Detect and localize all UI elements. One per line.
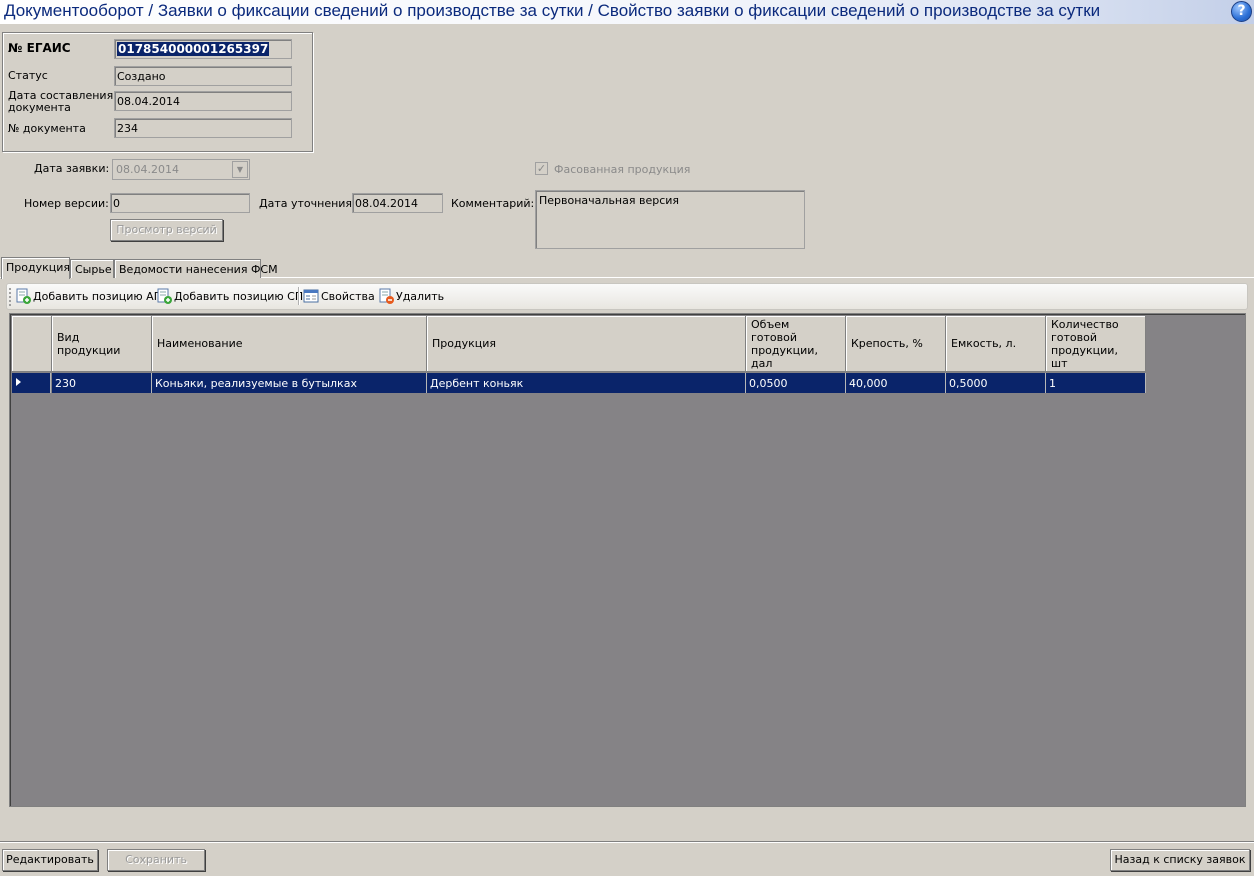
toolbar-separator bbox=[298, 287, 299, 305]
footer-divider bbox=[0, 841, 1254, 843]
packaged-label: Фасованная продукция bbox=[554, 163, 691, 176]
view-versions-button[interactable]: Просмотр версий bbox=[110, 219, 223, 241]
doc-date-label-line2: документа bbox=[8, 101, 71, 114]
header-text: Продукция bbox=[432, 337, 496, 350]
column-header-product[interactable]: Продукция bbox=[427, 316, 746, 372]
header-text: продукции, bbox=[751, 343, 818, 357]
status-field[interactable]: Создано bbox=[114, 66, 292, 86]
row-header-corner bbox=[12, 316, 52, 372]
header-text: продукции bbox=[57, 343, 121, 357]
save-button[interactable]: Сохранить bbox=[107, 849, 205, 871]
version-label: Номер версии: bbox=[24, 197, 109, 210]
header-text: Количество bbox=[1051, 317, 1119, 331]
add-document-icon bbox=[15, 288, 31, 304]
current-row-arrow-icon bbox=[16, 378, 21, 386]
add-sp-button[interactable]: Добавить позицию СП bbox=[156, 286, 303, 306]
delete-label: Удалить bbox=[396, 289, 445, 303]
request-date-label: Дата заявки: bbox=[34, 162, 110, 175]
header-text: Емкость, л. bbox=[951, 337, 1017, 350]
table-cell[interactable]: 0,5000 bbox=[946, 373, 1046, 393]
tab-raw-materials[interactable]: Сырье bbox=[70, 259, 114, 278]
egais-field[interactable]: 0178540000012653​97 bbox=[114, 39, 292, 59]
status-label: Статус bbox=[8, 69, 48, 82]
header-text: готовой bbox=[1051, 330, 1098, 344]
toolbar-grip[interactable] bbox=[9, 288, 12, 306]
doc-date-field[interactable]: 08.04.2014 bbox=[114, 91, 292, 111]
delete-button[interactable]: Удалить bbox=[378, 286, 444, 306]
clarify-date-field[interactable]: 08.04.2014 bbox=[352, 193, 443, 213]
add-sp-label: Добавить позицию СП bbox=[174, 289, 304, 303]
table-cell[interactable]: 0,0500 bbox=[746, 373, 846, 393]
table-cell[interactable]: Дербент коньяк bbox=[427, 373, 746, 393]
header-text: Наименование bbox=[157, 337, 243, 350]
doc-number-label: № документа bbox=[8, 122, 86, 135]
header-text: Вид bbox=[57, 330, 80, 344]
table-cell[interactable]: Коньяки, реализуемые в бутылках bbox=[152, 373, 427, 393]
header-text: Крепость, % bbox=[851, 337, 923, 350]
properties-label: Свойства bbox=[321, 289, 375, 303]
header-text: шт bbox=[1051, 356, 1068, 370]
column-header-capacity[interactable]: Емкость, л. bbox=[946, 316, 1046, 372]
table-cell[interactable]: 230 bbox=[52, 373, 152, 393]
add-ap-label: Добавить позицию АП bbox=[33, 289, 162, 303]
version-field[interactable]: 0 bbox=[110, 193, 250, 213]
tab-fsm-statements[interactable]: Ведомости нанесения ФСМ bbox=[114, 259, 278, 278]
column-header-strength[interactable]: Крепость, % bbox=[846, 316, 946, 372]
comment-label: Комментарий: bbox=[451, 197, 535, 210]
page-title: Документооборот / Заявки о фиксации свед… bbox=[4, 1, 1101, 20]
chevron-down-icon[interactable]: ▼ bbox=[232, 161, 248, 178]
properties-button[interactable]: Свойства bbox=[303, 286, 375, 306]
back-to-list-button[interactable]: Назад к списку заявок bbox=[1110, 849, 1250, 871]
column-header-product-type[interactable]: Вид продукции bbox=[52, 316, 152, 372]
help-icon[interactable]: ? bbox=[1231, 1, 1252, 22]
table-cell[interactable]: 40,000 bbox=[846, 373, 946, 393]
packaged-checkbox[interactable]: ✓ bbox=[535, 162, 548, 175]
properties-icon bbox=[303, 288, 319, 304]
column-header-quantity[interactable]: Количество готовой продукции, шт bbox=[1046, 316, 1146, 372]
request-date-select[interactable]: 08.04.2014 bbox=[112, 159, 250, 180]
header-text: продукции, bbox=[1051, 343, 1118, 357]
egais-label: № ЕГАИС bbox=[8, 41, 71, 55]
add-ap-button[interactable]: Добавить позицию АП bbox=[15, 286, 162, 306]
delete-document-icon bbox=[378, 288, 394, 304]
header-text: Объем bbox=[751, 317, 790, 331]
column-header-name[interactable]: Наименование bbox=[152, 316, 427, 372]
comment-field[interactable]: Первоначальная версия bbox=[535, 190, 805, 249]
add-document-icon bbox=[156, 288, 172, 304]
header-text: дал bbox=[751, 356, 773, 370]
edit-button[interactable]: Редактировать bbox=[2, 849, 98, 871]
header-text: готовой bbox=[751, 330, 798, 344]
egais-value: 0178540000012653​97 bbox=[117, 42, 270, 56]
table-cell[interactable]: 1 bbox=[1046, 373, 1146, 393]
clarify-date-label: Дата уточнения: bbox=[259, 197, 356, 210]
tab-products[interactable]: Продукция bbox=[1, 257, 70, 279]
doc-number-field[interactable]: 234 bbox=[114, 118, 292, 138]
column-header-volume[interactable]: Объем готовой продукции, дал bbox=[746, 316, 846, 372]
